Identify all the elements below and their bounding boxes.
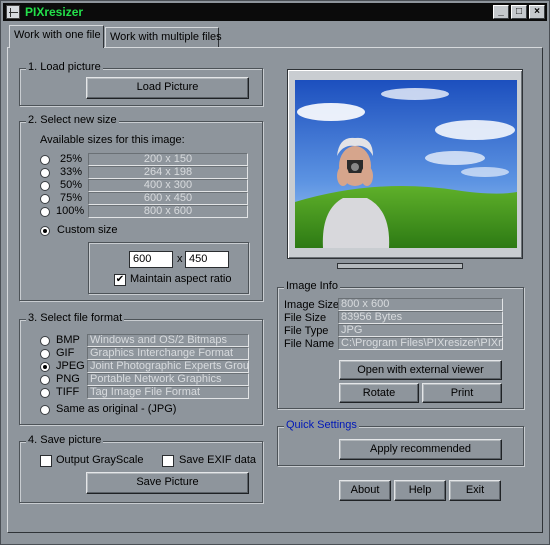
- print-button[interactable]: Print: [422, 383, 502, 403]
- file-name-value: C:\Program Files\PIXresizer\PIXresizer: [338, 337, 503, 350]
- maximize-button[interactable]: □: [511, 5, 527, 19]
- preview-frame: [287, 69, 523, 259]
- available-sizes-label: Available sizes for this image:: [40, 134, 185, 146]
- format-bmp-label: BMP: [56, 334, 80, 346]
- preview-image: [295, 80, 517, 248]
- app-icon[interactable]: [6, 5, 20, 19]
- custom-height-input[interactable]: 450: [185, 251, 229, 268]
- tab-multiple-files[interactable]: Work with multiple files: [105, 27, 222, 47]
- save-picture-group: 4. Save picture Output GrayScale Save EX…: [19, 434, 263, 503]
- format-jpeg-radio[interactable]: [40, 362, 50, 372]
- file-type-label: File Type: [284, 325, 329, 337]
- same-as-original-radio[interactable]: [40, 405, 50, 415]
- grayscale-label: Output GrayScale: [56, 454, 144, 466]
- aspect-ratio-label: Maintain aspect ratio: [130, 273, 232, 285]
- same-as-original-label: Same as original - (JPG): [56, 403, 177, 415]
- format-tiff-radio[interactable]: [40, 388, 50, 398]
- tab-label: Work with multiple files: [110, 31, 222, 43]
- size-50-dims: 400 x 300: [88, 179, 248, 192]
- format-bmp-desc: Windows and OS/2 Bitmaps: [87, 334, 249, 347]
- size-33-label: 33%: [60, 166, 83, 178]
- aspect-ratio-checkbox[interactable]: ✔: [114, 274, 126, 286]
- exif-label: Save EXIF data: [179, 454, 257, 466]
- size-75-dims: 600 x 450: [88, 192, 248, 205]
- custom-size-label: Custom size: [57, 224, 118, 236]
- file-size-value: 83956 Bytes: [338, 311, 503, 324]
- app-window: PIXresizer _ □ × Work with one file Work…: [0, 0, 550, 545]
- title-bar[interactable]: PIXresizer _ □ ×: [3, 3, 547, 21]
- grayscale-checkbox[interactable]: [40, 455, 52, 467]
- size-75-label: 75%: [60, 192, 83, 204]
- save-picture-button[interactable]: Save Picture: [86, 472, 249, 494]
- format-gif-desc: Graphics Interchange Format: [87, 347, 249, 360]
- window-title: PIXresizer: [25, 5, 84, 19]
- select-size-title: 2. Select new size: [26, 114, 119, 126]
- load-picture-title: 1. Load picture: [26, 61, 103, 73]
- size-50-label: 50%: [60, 179, 83, 191]
- load-picture-button[interactable]: Load Picture: [86, 77, 249, 99]
- exif-checkbox[interactable]: [162, 455, 174, 467]
- exit-button[interactable]: Exit: [449, 480, 501, 501]
- quick-settings-group: Quick Settings Apply recommended: [277, 419, 524, 466]
- image-size-value: 800 x 600: [338, 298, 503, 311]
- format-jpeg-label: JPEG: [56, 360, 85, 372]
- tab-one-file[interactable]: Work with one file: [9, 25, 104, 48]
- size-75-radio[interactable]: [40, 194, 50, 204]
- size-25-radio[interactable]: [40, 155, 50, 165]
- quick-settings-title: Quick Settings: [284, 419, 359, 431]
- image-info-group: Image Info Image Size 800 x 600 File Siz…: [277, 280, 524, 409]
- format-bmp-radio[interactable]: [40, 336, 50, 346]
- size-33-radio[interactable]: [40, 168, 50, 178]
- save-picture-title: 4. Save picture: [26, 434, 104, 446]
- rotate-button[interactable]: Rotate: [339, 383, 419, 403]
- file-format-group: 3. Select file format BMP Windows and OS…: [19, 312, 263, 425]
- size-100-label: 100%: [56, 205, 85, 217]
- format-png-radio[interactable]: [40, 375, 50, 385]
- load-picture-group: 1. Load picture Load Picture: [19, 61, 263, 106]
- apply-recommended-button[interactable]: Apply recommended: [339, 439, 502, 460]
- format-gif-radio[interactable]: [40, 349, 50, 359]
- tab-label: Work with one file: [14, 29, 101, 41]
- file-size-label: File Size: [284, 312, 327, 324]
- image-size-label: Image Size: [284, 299, 340, 311]
- custom-size-box: 600 x 450 ✔ Maintain aspect ratio: [88, 242, 249, 294]
- size-25-dims: 200 x 150: [88, 153, 248, 166]
- select-size-group: 2. Select new size Available sizes for t…: [19, 114, 263, 301]
- custom-size-radio[interactable]: [40, 226, 50, 236]
- custom-width-input[interactable]: 600: [129, 251, 173, 268]
- minimize-button[interactable]: _: [493, 5, 509, 19]
- format-gif-label: GIF: [56, 347, 75, 359]
- image-info-title: Image Info: [284, 280, 340, 292]
- format-png-label: PNG: [56, 373, 80, 385]
- file-type-value: JPG: [338, 324, 503, 337]
- about-button[interactable]: About: [339, 480, 391, 501]
- size-25-label: 25%: [60, 153, 83, 165]
- preview-progress-bar: [337, 263, 463, 269]
- format-tiff-desc: Tag Image File Format: [87, 386, 249, 399]
- size-50-radio[interactable]: [40, 181, 50, 191]
- size-33-dims: 264 x 198: [88, 166, 248, 179]
- open-external-viewer-button[interactable]: Open with external viewer: [339, 360, 502, 380]
- file-format-title: 3. Select file format: [26, 312, 125, 324]
- help-button[interactable]: Help: [394, 480, 446, 501]
- format-png-desc: Portable Network Graphics: [87, 373, 249, 386]
- close-button[interactable]: ×: [529, 5, 545, 19]
- size-100-radio[interactable]: [40, 207, 50, 217]
- times-label: x: [177, 253, 183, 265]
- size-100-dims: 800 x 600: [88, 205, 248, 218]
- format-tiff-label: TIFF: [56, 386, 80, 398]
- format-jpeg-desc: Joint Photographic Experts Group: [87, 360, 249, 373]
- file-name-label: File Name: [284, 338, 335, 350]
